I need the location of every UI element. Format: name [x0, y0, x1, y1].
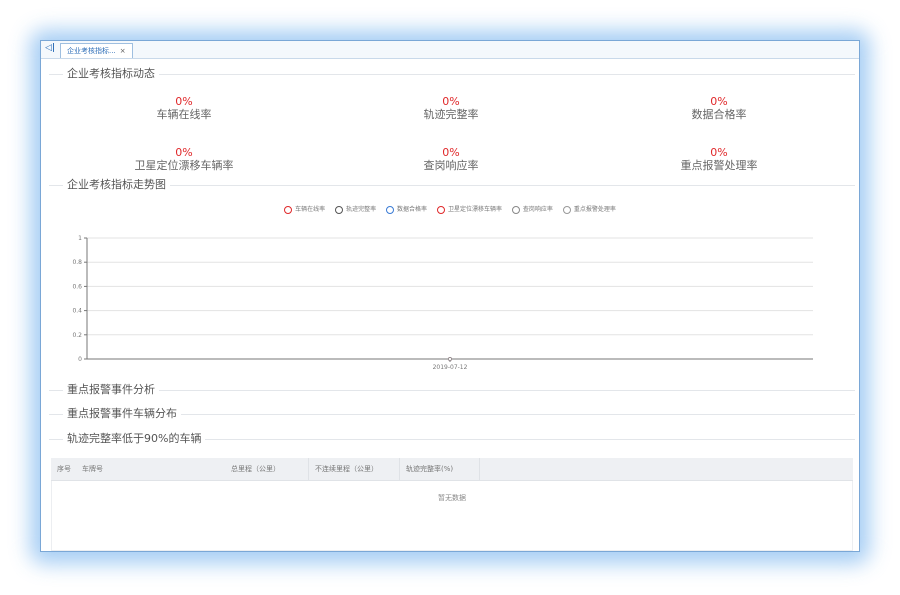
x-tick-label: 2019-07-12 — [433, 364, 468, 371]
app-window: ◁| 企业考核指标... × 企业考核指标动态 0% 车辆在线率 0% 轨迹完整率… — [40, 40, 860, 552]
column-separator — [479, 458, 480, 480]
y-tick-label: 0.4 — [72, 308, 82, 315]
section-divider — [49, 390, 855, 391]
column-header-discontinuous-mileage[interactable]: 不连续里程（公里） — [315, 458, 378, 480]
column-header-total-mileage[interactable]: 总里程（公里） — [231, 458, 280, 480]
column-header-plate[interactable]: 车牌号 — [82, 458, 103, 480]
y-tick-label: 0.2 — [72, 332, 82, 339]
section-alarm-analysis: 重点报警事件分析 — [49, 383, 855, 397]
column-separator — [308, 458, 309, 480]
section-title: 轨迹完整率低于90%的车辆 — [63, 432, 206, 446]
trend-line-chart: 0 0.2 0.4 0.6 0.8 1 2019-07-12 — [72, 235, 813, 371]
section-title[interactable]: 重点报警事件车辆分布 — [63, 407, 181, 421]
section-alarm-vehicle: 重点报警事件车辆分布 — [49, 407, 855, 421]
section-low-track: 轨迹完整率低于90%的车辆 — [49, 432, 855, 446]
table-empty-text: 暂无数据 — [438, 494, 466, 502]
column-header-index[interactable]: 序号 — [57, 458, 71, 480]
y-tick-label: 0.8 — [72, 259, 82, 266]
section-title[interactable]: 重点报警事件分析 — [63, 383, 159, 397]
table-header: 序号 车牌号 总里程（公里） 不连续里程（公里） 轨迹完整率(%) — [51, 458, 853, 481]
y-tick-label: 0 — [78, 356, 82, 363]
y-tick-label: 1 — [78, 235, 82, 242]
y-tick-label: 0.6 — [72, 283, 82, 290]
column-header-track-rate[interactable]: 轨迹完整率(%) — [406, 458, 453, 480]
column-separator — [399, 458, 400, 480]
data-point — [448, 357, 452, 361]
